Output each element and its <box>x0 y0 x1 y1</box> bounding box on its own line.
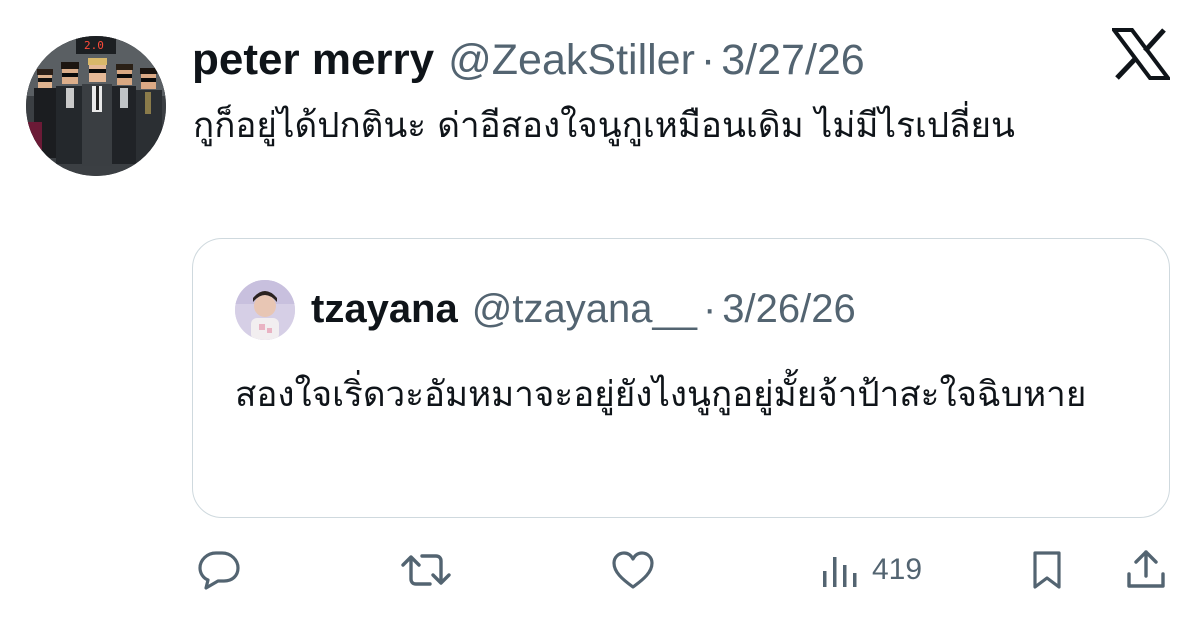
x-logo-icon <box>1110 28 1172 80</box>
author-avatar[interactable]: 2.0 <box>26 36 166 176</box>
quoted-header-separator: · <box>702 287 717 331</box>
retweet-button[interactable] <box>400 542 452 598</box>
tweet-header: peter merry @ZeakStiller · 3/27/26 <box>192 30 865 90</box>
quoted-tweet-date[interactable]: 3/26/26 <box>722 281 855 337</box>
views-button[interactable]: 419 <box>820 542 922 598</box>
quoted-author-avatar <box>235 280 295 340</box>
share-button[interactable] <box>1124 542 1168 598</box>
tweet-date[interactable]: 3/27/26 <box>721 30 864 90</box>
quoted-author-name[interactable]: tzayana <box>311 281 458 337</box>
share-icon <box>1124 548 1168 592</box>
quoted-author-handle[interactable]: @tzayana__ <box>472 281 697 337</box>
author-handle[interactable]: @ZeakStiller <box>448 30 695 90</box>
avatar-sign: 2.0 <box>84 39 104 52</box>
bookmark-button[interactable] <box>1026 542 1068 598</box>
reply-icon <box>196 549 242 591</box>
author-name[interactable]: peter merry <box>192 30 434 90</box>
views-icon <box>820 549 860 591</box>
views-count: 419 <box>872 553 923 586</box>
retweet-icon <box>400 549 452 591</box>
header-separator: · <box>700 36 716 84</box>
reply-button[interactable] <box>196 542 242 598</box>
bookmark-icon <box>1026 549 1068 591</box>
like-button[interactable] <box>610 542 656 598</box>
quoted-tweet-text: สองใจเริ่ดวะอัมหมาจะอยู่ยังไงนูกูอยู่มั้… <box>235 375 1087 415</box>
heart-icon <box>610 549 656 591</box>
quoted-tweet-card[interactable]: tzayana @tzayana__ · 3/26/26 สองใจเริ่ดว… <box>192 238 1170 518</box>
tweet-text: กูก็อยู่ได้ปกตินะ ด่าอีสองใจนูกูเหมือนเด… <box>193 106 1015 146</box>
quoted-tweet-header: tzayana @tzayana__ · 3/26/26 <box>311 281 856 337</box>
